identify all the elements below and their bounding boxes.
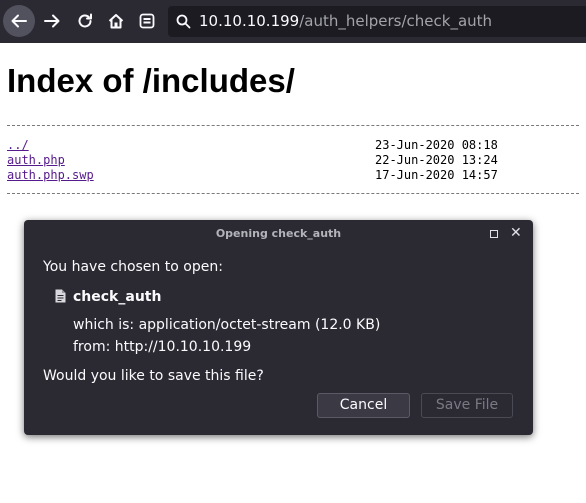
entry-link-auth-php[interactable]: auth.php bbox=[7, 153, 65, 168]
back-button[interactable] bbox=[3, 5, 35, 37]
entry-link-auth-php-swp[interactable]: auth.php.swp bbox=[7, 168, 94, 183]
divider-bottom bbox=[7, 193, 579, 194]
url-text[interactable]: 10.10.10.199/auth_helpers/check_auth bbox=[199, 12, 492, 31]
url-path: /auth_helpers/check_auth bbox=[299, 12, 493, 30]
browser-toolbar: 10.10.10.199/auth_helpers/check_auth bbox=[0, 0, 586, 43]
file-listing: ../ 23-Jun-2020 08:18 auth.php 22-Jun-20… bbox=[7, 138, 579, 183]
entry-date: 17-Jun-2020 14:57 bbox=[375, 168, 498, 182]
home-icon bbox=[108, 14, 124, 29]
divider-top bbox=[7, 125, 579, 126]
close-icon[interactable]: ✕ bbox=[510, 224, 522, 242]
dialog-title: Opening check_auth bbox=[215, 227, 342, 240]
reader-view-button[interactable] bbox=[133, 6, 161, 36]
page-title: Index of /includes/ bbox=[7, 62, 295, 99]
forward-arrow-icon bbox=[44, 14, 60, 28]
file-icon bbox=[55, 289, 66, 303]
entry-date: 22-Jun-2020 13:24 bbox=[375, 153, 498, 167]
entry-date: 23-Jun-2020 08:18 bbox=[375, 138, 498, 152]
dialog-question: Would you like to save this file? bbox=[43, 368, 264, 384]
back-arrow-icon bbox=[11, 14, 27, 28]
list-item: ../ 23-Jun-2020 08:18 bbox=[7, 138, 579, 153]
dialog-intro: You have chosen to open: bbox=[43, 259, 223, 275]
download-dialog: Opening check_auth ✕ You have chosen to … bbox=[24, 220, 533, 435]
search-icon bbox=[176, 14, 191, 29]
reload-button[interactable] bbox=[71, 6, 99, 36]
list-item: auth.php.swp 17-Jun-2020 14:57 bbox=[7, 168, 579, 183]
forward-button[interactable] bbox=[38, 6, 66, 36]
dialog-filename: check_auth bbox=[73, 289, 162, 305]
dialog-file-type: which is: application/octet-stream (12.0… bbox=[73, 317, 381, 333]
save-file-button[interactable]: Save File bbox=[421, 393, 513, 418]
url-bar[interactable]: 10.10.10.199/auth_helpers/check_auth bbox=[168, 6, 586, 37]
reload-icon bbox=[78, 13, 92, 28]
home-button[interactable] bbox=[102, 6, 130, 36]
maximize-icon[interactable] bbox=[490, 230, 498, 238]
url-host: 10.10.10.199 bbox=[199, 12, 300, 30]
list-item: auth.php 22-Jun-2020 13:24 bbox=[7, 153, 579, 168]
reader-view-icon bbox=[139, 13, 155, 29]
cancel-button[interactable]: Cancel bbox=[317, 393, 410, 418]
dialog-file-source: from: http://10.10.10.199 bbox=[73, 339, 252, 355]
entry-link-parent[interactable]: ../ bbox=[7, 138, 29, 153]
